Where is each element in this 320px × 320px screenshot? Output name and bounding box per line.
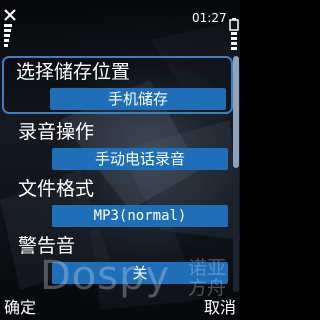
setting-label: 选择储存位置 (16, 61, 131, 83)
watermark-brand-cn: 诺亚方舟 (188, 257, 227, 299)
softkey-bar: 确定 取消 (0, 296, 240, 320)
setting-item-record-mode[interactable]: 录音操作 手动电话录音 (4, 116, 230, 174)
scrollbar-thumb[interactable] (233, 56, 239, 168)
status-clock: 01:27 (192, 11, 227, 25)
setting-label: 录音操作 (18, 121, 95, 143)
setting-item-file-format[interactable]: 文件格式 MP3(normal) (4, 173, 230, 231)
battery-icon (229, 18, 239, 50)
setting-value[interactable]: MP3(normal) (52, 205, 228, 227)
confirm-softkey[interactable]: 确定 (4, 298, 36, 318)
setting-label: 文件格式 (18, 178, 95, 200)
setting-item-storage-location[interactable]: 选择储存位置 手机储存 (2, 56, 233, 114)
watermark-brand: Dospy (40, 253, 171, 299)
close-icon[interactable] (3, 8, 17, 22)
setting-value[interactable]: 手动电话录音 (52, 148, 228, 170)
signal-strength-icon (4, 24, 12, 47)
cancel-softkey[interactable]: 取消 (204, 298, 236, 318)
scrollbar[interactable] (233, 56, 239, 292)
status-bar: 01:27 (0, 0, 240, 52)
setting-value[interactable]: 手机储存 (50, 88, 226, 110)
